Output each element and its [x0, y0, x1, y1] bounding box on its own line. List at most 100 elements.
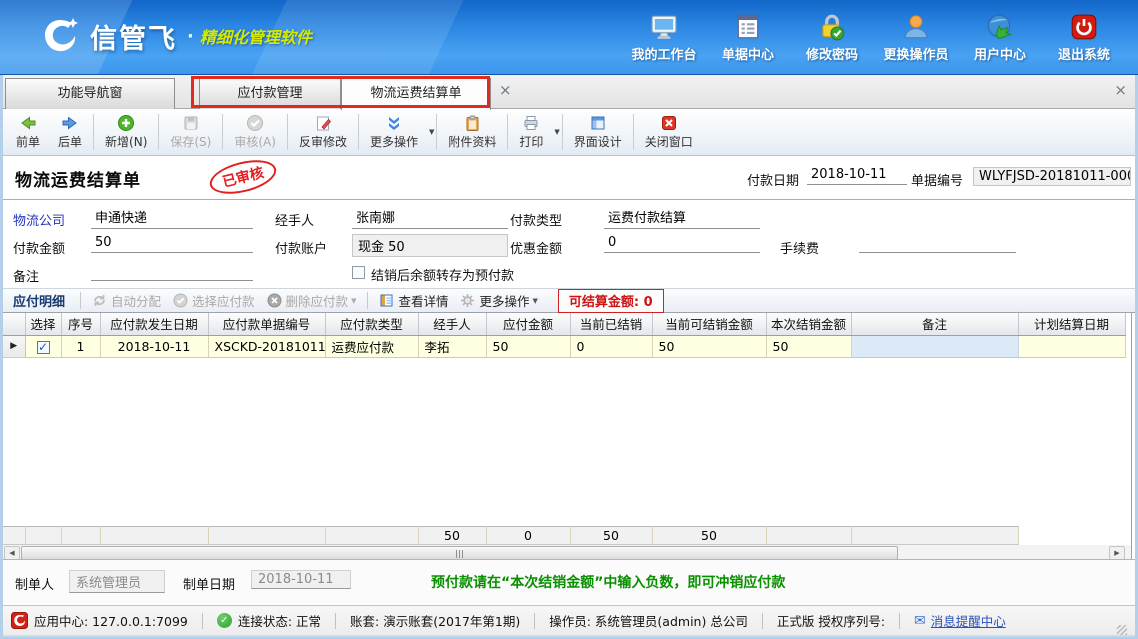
footer-panel: 制单人 系统管理员 制单日期 2018-10-11 预付款请在“本次结销金额”中… [3, 559, 1135, 605]
menu-item-document-center[interactable]: 单据中心 [706, 12, 790, 63]
toolbar-separator [93, 114, 94, 150]
grid-header-settled[interactable]: 当前已结销 [570, 313, 652, 335]
detail-toolbar: 应付明细 自动分配 选择应付款 删除应付款 ▼ 查看详情 更 [3, 288, 1135, 313]
close-red-icon [660, 114, 678, 132]
x-circle-icon [267, 293, 282, 308]
tab-freight-settlement[interactable]: 物流运费结算单 [341, 78, 491, 110]
logo-dot: · [187, 26, 194, 47]
auto-allocate-button[interactable]: 自动分配 [92, 291, 161, 310]
fee-input[interactable] [859, 235, 1016, 253]
status-ok-icon: ✓ [217, 613, 232, 628]
envelope-icon: ✉ [914, 613, 926, 629]
toolbar-separator [633, 114, 634, 150]
grid-header-doc-no[interactable]: 应付款单据编号 [208, 313, 325, 335]
save-button[interactable]: 保存(S) [161, 112, 220, 152]
menu-item-workbench[interactable]: 我的工作台 [622, 12, 706, 63]
remark-input[interactable] [91, 263, 253, 281]
grid-header-remark[interactable]: 备注 [851, 313, 1018, 335]
clipboard-icon [463, 114, 481, 132]
ui-design-button[interactable]: 界面设计 [565, 112, 631, 152]
transfer-prepay-checkbox[interactable] [352, 266, 365, 279]
toolbar-separator [367, 292, 368, 309]
maker-field: 系统管理员 [69, 570, 165, 593]
tab-function-nav[interactable]: 功能导航窗 [5, 78, 175, 109]
doc-no-field: WLYFJSD-20181011-0002 [973, 167, 1131, 186]
grid-header-plan-date[interactable]: 计划结算日期 [1018, 313, 1125, 335]
grid-header-handler[interactable]: 经手人 [418, 313, 486, 335]
toolbar-separator [358, 114, 359, 150]
pay-type-input[interactable]: 运费付款结算 [604, 207, 760, 229]
grid-header-can-settle[interactable]: 当前可结销金额 [652, 313, 766, 335]
more-actions-button[interactable]: 更多操作 ▼ [361, 112, 434, 152]
menu-item-user-center[interactable]: 用户中心 [958, 12, 1042, 63]
pay-account-field[interactable]: 现金 50 [352, 234, 508, 257]
view-details-button[interactable]: 查看详情 [379, 291, 448, 310]
discount-label: 优惠金额 [510, 238, 562, 257]
grid-header-this-settle[interactable]: 本次结销金额 [766, 313, 851, 335]
discount-input[interactable]: 0 [604, 235, 760, 253]
new-button[interactable]: 新增(N) [96, 112, 156, 152]
statusbar-separator [202, 613, 203, 629]
delete-payable-button[interactable]: 删除应付款 ▼ [267, 291, 357, 310]
window-content: 功能导航窗 应付款管理 物流运费结算单 × × 前单 后单 [0, 75, 1138, 639]
check-circle-icon [246, 114, 264, 132]
pay-amount-input[interactable]: 50 [91, 235, 253, 253]
summary-settled: 0 [486, 526, 570, 544]
doc-no-label: 单据编号 [911, 170, 963, 189]
resize-grip[interactable] [1117, 625, 1127, 635]
edit-pencil-icon [314, 114, 332, 132]
refresh-icon [92, 293, 107, 308]
lock-icon [817, 12, 847, 42]
close-window-button[interactable]: 关闭窗口 [636, 112, 702, 152]
app-title: 信管飞 [90, 17, 177, 56]
toolbar-separator [562, 114, 563, 150]
arrow-right-icon [61, 114, 79, 132]
pay-date-input[interactable]: 2018-10-11 [807, 167, 907, 185]
handler-input[interactable]: 张南娜 [352, 207, 508, 229]
cell-plan-date[interactable] [1018, 335, 1125, 357]
document-header: 物流运费结算单 已审核 付款日期 2018-10-11 单据编号 WLYFJSD… [3, 156, 1135, 200]
next-doc-button[interactable]: 后单 [49, 112, 91, 152]
message-center-link[interactable]: ✉ 消息提醒中心 [914, 611, 1006, 630]
grid-header-type[interactable]: 应付款类型 [325, 313, 418, 335]
arrow-left-icon [19, 114, 37, 132]
audit-button[interactable]: 审核(A) [225, 112, 285, 152]
pay-amount-label: 付款金额 [13, 238, 65, 257]
page-title: 物流运费结算单 [15, 166, 141, 191]
globe-icon [985, 12, 1015, 42]
menu-item-exit[interactable]: 退出系统 [1042, 12, 1126, 63]
more-actions-detail-button[interactable]: 更多操作 ▼ [460, 291, 537, 310]
grid-header-payable[interactable]: 应付金额 [486, 313, 570, 335]
prepay-hint-text: 预付款请在“本次结销金额”中输入负数，即可冲销应付款 [431, 572, 785, 592]
tabbar-close-all-icon[interactable]: × [1114, 83, 1127, 97]
app-subtitle: 精细化管理软件 [200, 24, 312, 48]
grid-header-seq[interactable]: 序号 [61, 313, 100, 335]
printer-icon [522, 114, 540, 132]
tab-close-icon[interactable]: × [499, 83, 512, 97]
tab-payable-management[interactable]: 应付款管理 [199, 78, 341, 109]
cell-occur-date: 2018-10-11 [100, 335, 208, 357]
cell-remark[interactable] [851, 335, 1018, 357]
scroll-left-icon[interactable]: ◀ [4, 546, 20, 560]
prev-doc-button[interactable]: 前单 [7, 112, 49, 152]
grid-header-occur-date[interactable]: 应付款发生日期 [100, 313, 208, 335]
menu-item-switch-operator[interactable]: 更换操作员 [874, 12, 958, 63]
menu-item-change-password[interactable]: 修改密码 [790, 12, 874, 63]
status-bar: 应用中心: 127.0.0.1:7099 ✓ 连接状态: 正常 账套: 演示账套… [3, 605, 1135, 635]
unaudit-button[interactable]: 反审修改 [290, 112, 356, 152]
row-checkbox-checked[interactable]: ✓ [37, 341, 50, 354]
logistics-company-input[interactable]: 申通快递 [91, 207, 253, 229]
select-payable-button[interactable]: 选择应付款 [173, 291, 255, 310]
print-button[interactable]: 打印 ▼ [510, 112, 559, 152]
logistics-company-label[interactable]: 物流公司 [13, 210, 65, 229]
attachments-button[interactable]: 附件资料 [439, 112, 505, 152]
row-select-cell[interactable]: ✓ [25, 335, 61, 357]
toolbar-separator [80, 292, 81, 309]
scrollbar-thumb[interactable] [21, 546, 898, 560]
save-icon [182, 114, 200, 132]
operator-status: 操作员: 系统管理员(admin) 总公司 [549, 611, 748, 630]
scroll-right-icon[interactable]: ▶ [1109, 546, 1125, 560]
grid-header-select[interactable]: 选择 [25, 313, 61, 335]
table-row[interactable]: ▶ ✓ 1 2018-10-11 XSCKD-20181011-0006 运费应… [3, 335, 1125, 357]
cell-this-settle[interactable]: 50 [766, 335, 851, 357]
